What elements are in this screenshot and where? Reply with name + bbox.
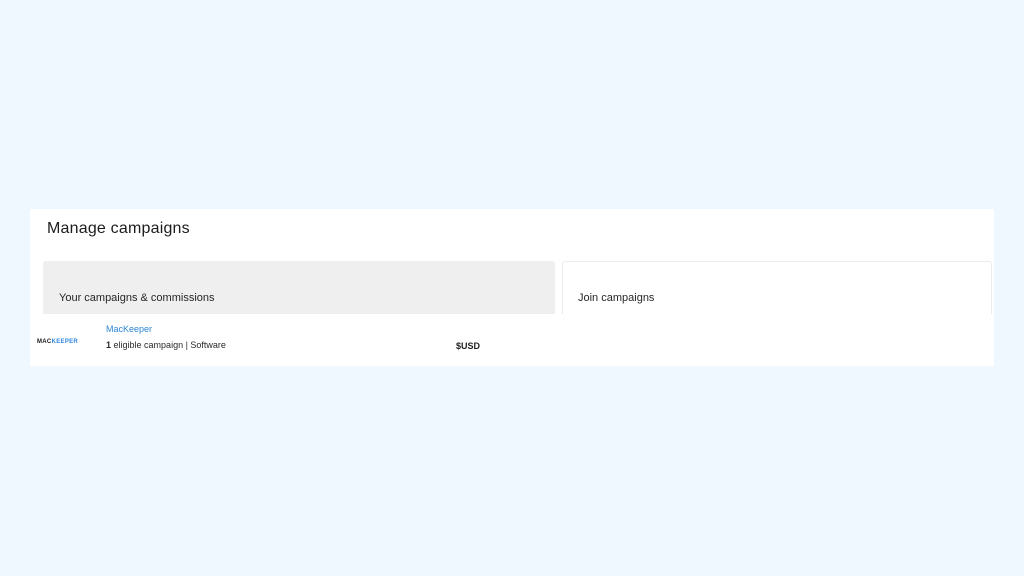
campaign-brand-link[interactable]: MacKeeper bbox=[106, 324, 152, 334]
campaign-meta: 1 eligible campaign | Software bbox=[106, 340, 226, 350]
mackeeper-logo: MACKEEPER bbox=[37, 339, 79, 345]
tab-join-campaigns[interactable]: Join campaigns bbox=[562, 261, 992, 314]
tab-your-campaigns[interactable]: Your campaigns & commissions bbox=[43, 261, 555, 314]
campaign-row: MACKEEPER MacKeeper 1 eligible campaign … bbox=[30, 314, 994, 366]
eligible-text: eligible campaign | Software bbox=[113, 340, 226, 350]
manage-campaigns-panel: Manage campaigns Your campaigns & commis… bbox=[30, 209, 994, 366]
tab-label: Your campaigns & commissions bbox=[59, 292, 215, 304]
tab-label: Join campaigns bbox=[578, 292, 655, 304]
page-title: Manage campaigns bbox=[47, 220, 190, 237]
eligible-count: 1 bbox=[106, 340, 112, 350]
currency-label: $USD bbox=[456, 341, 481, 351]
